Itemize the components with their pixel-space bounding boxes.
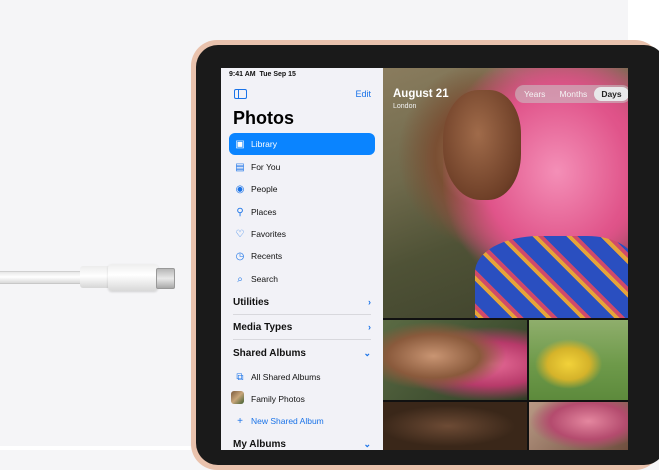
photo-subject-face [443, 90, 521, 200]
shared-albums-icon: ⧉ [236, 371, 244, 383]
album-thumbnail [230, 391, 244, 404]
edit-button[interactable]: Edit [355, 89, 371, 99]
status-bar: 9:41 AM Tue Sep 15 [229, 71, 296, 78]
plus-icon: + [237, 415, 243, 427]
sidebar-item-recents[interactable]: ◷ Recents [229, 245, 375, 267]
photo-library-view: August 21 London Years Months Days [383, 68, 628, 450]
section-my-albums[interactable]: My Albums ⌄ [233, 434, 371, 450]
ipad-screen: 9:41 AM Tue Sep 15 Edit Photos ▣ Library… [221, 68, 628, 450]
sidebar-item-label: All Shared Albums [251, 372, 321, 382]
sidebar-item-favorites[interactable]: ♡ Favorites [229, 223, 375, 245]
section-label: Utilities [233, 296, 270, 308]
divider [233, 339, 371, 340]
photo-thumbnail[interactable] [529, 320, 628, 400]
featured-photo[interactable]: August 21 London Years Months Days [383, 68, 628, 318]
sidebar-item-label: People [251, 184, 278, 194]
section-utilities[interactable]: Utilities › [233, 292, 371, 312]
photo-thumbnail[interactable] [529, 402, 628, 450]
photo-thumbnail[interactable] [383, 320, 527, 400]
section-label: Shared Albums [233, 347, 306, 359]
page-title: Photos [233, 108, 294, 128]
sidebar-item-library[interactable]: ▣ Library [229, 133, 375, 155]
section-media-types[interactable]: Media Types › [233, 317, 371, 337]
chevron-right-icon: › [368, 322, 371, 332]
sidebar-item-people[interactable]: ◉ People [229, 178, 375, 200]
chevron-down-icon: ⌄ [363, 438, 371, 449]
sidebar-item-search[interactable]: ⌕ Search [229, 268, 375, 290]
sidebar-item-new-shared-album[interactable]: + New Shared Album [229, 410, 375, 432]
clock-icon: ◷ [235, 250, 245, 262]
sidebar-item-places[interactable]: ⚲ Places [229, 201, 375, 223]
sidebar-item-label: Favorites [251, 229, 286, 239]
for-you-icon: ▤ [235, 161, 245, 173]
location-label: London [393, 103, 417, 110]
sidebar-item-label: Search [251, 274, 278, 284]
sidebar-item-family-photos[interactable]: Family Photos [229, 388, 375, 410]
section-label: My Albums [233, 438, 286, 450]
heart-icon: ♡ [235, 228, 245, 240]
sidebar-item-label: New Shared Album [251, 416, 324, 426]
photo-thumbnail[interactable] [383, 402, 527, 450]
date-heading: August 21 [393, 88, 449, 100]
sidebar-toggle-icon[interactable] [234, 89, 247, 99]
chevron-right-icon: › [368, 297, 371, 307]
places-icon: ⚲ [236, 206, 244, 218]
sidebar-item-all-shared-albums[interactable]: ⧉ All Shared Albums [229, 366, 375, 388]
chevron-down-icon: ⌄ [363, 347, 371, 358]
library-icon: ▣ [235, 138, 245, 150]
search-icon: ⌕ [237, 273, 243, 285]
sidebar-item-label: Places [251, 207, 277, 217]
section-shared-albums[interactable]: Shared Albums ⌄ [233, 343, 371, 363]
sidebar-item-label: Family Photos [251, 394, 305, 404]
section-label: Media Types [233, 321, 293, 333]
photos-sidebar: 9:41 AM Tue Sep 15 Edit Photos ▣ Library… [221, 68, 383, 450]
sidebar-item-label: For You [251, 162, 281, 172]
segment-months[interactable]: Months [552, 87, 594, 101]
divider [233, 314, 371, 315]
segment-days[interactable]: Days [594, 87, 628, 101]
status-time: 9:41 AM [229, 71, 256, 78]
usb-c-plug [156, 268, 175, 289]
view-segmented-control[interactable]: Years Months Days [515, 85, 628, 103]
status-date: Tue Sep 15 [259, 71, 296, 78]
sidebar-item-for-you[interactable]: ▤ For You [229, 156, 375, 178]
sidebar-item-label: Recents [251, 251, 283, 261]
segment-years[interactable]: Years [517, 87, 552, 101]
photo-subject-clothing [475, 236, 628, 318]
people-icon: ◉ [235, 183, 245, 195]
sidebar-item-label: Library [251, 139, 277, 149]
usb-c-connector-housing [108, 264, 158, 291]
